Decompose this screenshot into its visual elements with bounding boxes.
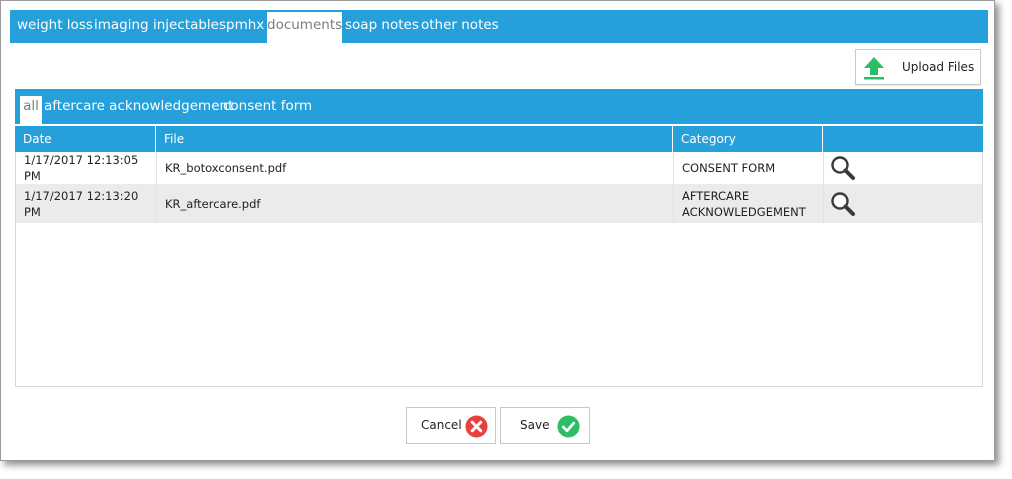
check-circle-icon [557, 415, 580, 438]
save-button[interactable]: Save [500, 407, 590, 444]
x-circle-icon [465, 415, 488, 438]
tab-imaging[interactable]: imaging [94, 12, 149, 43]
tab-soap-notes[interactable]: soap notes [345, 12, 419, 43]
grid-header: Date File Category [15, 125, 983, 152]
documents-grid: 1/17/2017 12:13:05 PM KR_botoxconsent.pd… [15, 152, 983, 387]
action-cell [824, 184, 982, 223]
tab-weight-loss[interactable]: weight loss [17, 12, 93, 43]
table-row[interactable]: 1/17/2017 12:13:05 PM KR_botoxconsent.pd… [16, 152, 982, 184]
file-cell: KR_aftercare.pdf [157, 184, 674, 223]
filter-consent-form[interactable]: consent form [223, 96, 312, 124]
column-header-category[interactable]: Category [673, 126, 823, 152]
cancel-button[interactable]: Cancel [406, 407, 496, 444]
filter-aftercare-acknowledgement[interactable]: aftercare acknowledgement [44, 96, 233, 124]
action-cell [824, 152, 982, 184]
magnifier-icon[interactable] [830, 155, 856, 181]
file-cell: KR_botoxconsent.pdf [157, 152, 674, 184]
column-header-actions [823, 126, 983, 152]
date-cell: 1/17/2017 12:13:05 PM [16, 152, 157, 184]
upload-files-button[interactable]: Upload Files [855, 49, 981, 85]
column-header-date[interactable]: Date [15, 126, 156, 152]
upload-arrow-icon [864, 57, 884, 80]
tab-pmhx[interactable]: pmhx [226, 12, 264, 43]
dialog-window: weight loss imaging injectables pmhx doc… [0, 0, 995, 461]
tab-injectables[interactable]: injectables [153, 12, 226, 43]
magnifier-icon[interactable] [830, 191, 856, 217]
date-cell: 1/17/2017 12:13:20 PM [16, 184, 157, 223]
category-cell: CONSENT FORM [674, 152, 824, 184]
column-header-file[interactable]: File [156, 126, 673, 152]
save-label: Save [520, 418, 550, 432]
upload-files-label: Upload Files [902, 60, 975, 74]
cancel-label: Cancel [421, 418, 462, 432]
tab-other-notes[interactable]: other notes [421, 12, 499, 43]
category-filter-bar: all aftercare acknowledgement consent fo… [15, 89, 983, 124]
table-row[interactable]: 1/17/2017 12:13:20 PM KR_aftercare.pdf A… [16, 184, 982, 223]
tab-bar: weight loss imaging injectables pmhx doc… [10, 10, 988, 43]
tab-documents[interactable]: documents [267, 12, 342, 43]
category-cell: AFTERCARE ACKNOWLEDGEMENT [674, 184, 824, 223]
filter-all[interactable]: all [20, 96, 42, 124]
